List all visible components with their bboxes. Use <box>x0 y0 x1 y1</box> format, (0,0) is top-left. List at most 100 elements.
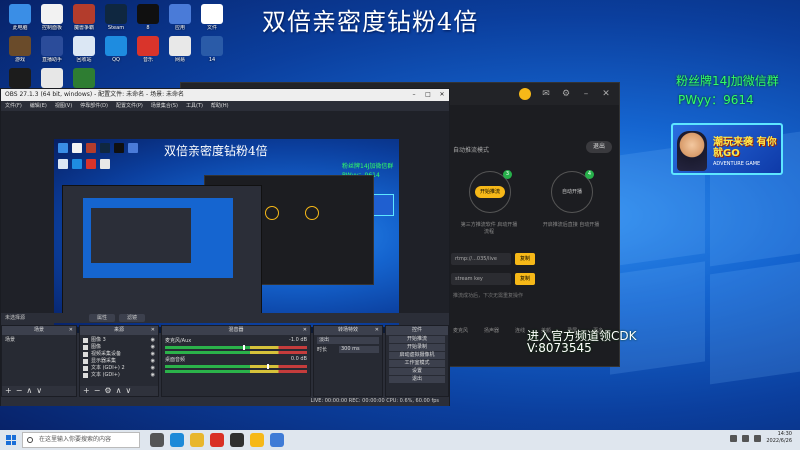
chrome-icon[interactable] <box>210 433 224 447</box>
menu-file[interactable]: 文件(F) <box>5 101 22 111</box>
desktop-icon[interactable]: 音乐 <box>132 36 164 63</box>
edge-icon[interactable] <box>170 433 184 447</box>
transitions-dock[interactable]: 转场特效 ✕ 淡出 时长 300 ms <box>313 325 383 397</box>
obs-icon[interactable] <box>230 433 244 447</box>
auto-live-step[interactable]: 自动开播 4 <box>551 170 594 213</box>
push-url-field[interactable]: rtmp://...035/live <box>451 253 511 265</box>
controls-dock[interactable]: 控件 开始推流 开始录制 启动虚拟摄像机 工作室模式 设置 退出 <box>385 325 449 397</box>
store-icon[interactable] <box>270 433 284 447</box>
mixer-dock[interactable]: 混音器 ✕ 麦克风/Aux -1.0 dB 桌面音频 0.0 dB <box>161 325 311 397</box>
volume-icon[interactable] <box>742 434 750 442</box>
transition-select-row[interactable]: 淡出 <box>317 337 379 344</box>
desktop-icon[interactable]: 文件 <box>196 4 228 31</box>
exit-button[interactable]: 退出 <box>389 376 445 383</box>
source-item[interactable]: 图像 ◉ <box>83 344 155 351</box>
sources-footer[interactable]: +−⚙∧∨ <box>80 386 158 396</box>
eye-icon[interactable]: ◉ <box>151 372 155 379</box>
desktop-icon[interactable]: 网易 <box>164 36 196 63</box>
obs-window[interactable]: OBS 27.1.3 (64 bit, windows) - 配置文件: 未命名… <box>0 88 450 406</box>
source-item[interactable]: 文本 (GDI+) ◉ <box>83 372 155 379</box>
obs-titlebar[interactable]: OBS 27.1.3 (64 bit, windows) - 配置文件: 未命名… <box>1 89 449 101</box>
close-icon[interactable]: ✕ <box>599 87 613 101</box>
close-icon[interactable]: ✕ <box>375 326 379 335</box>
menu-docks[interactable]: 停靠部件(D) <box>80 101 108 111</box>
stream-key-field[interactable]: stream key <box>451 273 511 285</box>
tool-link[interactable]: 连线 <box>515 327 525 334</box>
app-exit-button[interactable]: 退出 <box>586 141 612 153</box>
start-button[interactable] <box>0 430 22 450</box>
volume-slider-handle[interactable] <box>267 364 270 369</box>
desktop-icon[interactable]: QQ <box>100 36 132 63</box>
eye-icon[interactable]: ◉ <box>151 351 155 358</box>
explorer-icon[interactable] <box>190 433 204 447</box>
eye-icon[interactable]: ◉ <box>151 337 155 344</box>
desktop-icon[interactable]: 此电脑 <box>4 4 36 31</box>
desktop-icon[interactable]: 应用 <box>164 4 196 31</box>
desktop-icon[interactable]: 直播助手 <box>36 36 68 63</box>
desktop-icon[interactable]: 14 <box>196 36 228 63</box>
start-push-button[interactable]: 开始推流 <box>475 186 505 198</box>
close-icon[interactable]: ✕ <box>435 89 449 101</box>
sources-list[interactable]: 图像 3 ◉ 图像 ◉ 视频采集设备 ◉ 显示器采集 ◉ 文本 (GDI+) 2 ◉ 文本… <box>80 335 158 381</box>
settings-button[interactable]: 设置 <box>389 368 445 375</box>
copy-url-button[interactable]: 复制 <box>515 253 535 265</box>
mail-icon[interactable]: ✉ <box>539 87 553 101</box>
obs-preview-area[interactable]: 双倍亲密度钻粉4倍 粉丝牌14J加微信群 PWyy：9614 <box>1 111 449 333</box>
start-push-step[interactable]: 开始推流 3 <box>469 170 512 213</box>
close-icon[interactable]: ✕ <box>69 326 73 335</box>
source-item[interactable]: 视频采集设备 ◉ <box>83 351 155 358</box>
settings-icon[interactable]: ⚙ <box>559 87 573 101</box>
menu-tools[interactable]: 工具(T) <box>186 101 203 111</box>
copy-key-button[interactable]: 复制 <box>515 273 535 285</box>
taskbar-clock[interactable]: 14:30 2022/6/26 <box>766 431 792 445</box>
mixer-channel[interactable]: 麦克风/Aux -1.0 dB <box>165 337 307 354</box>
desktop-icon[interactable]: 8 <box>132 4 164 31</box>
close-icon[interactable]: ✕ <box>303 326 307 335</box>
scenes-dock[interactable]: 场景 ✕ 场景 +−∧∨ <box>1 325 77 397</box>
duration-row[interactable]: 时长 300 ms <box>317 346 379 353</box>
minimize-icon[interactable]: – <box>407 89 421 101</box>
ime-icon[interactable] <box>754 434 762 442</box>
network-icon[interactable] <box>730 434 738 442</box>
desktop-icon[interactable]: 游戏 <box>4 36 36 63</box>
obs-preview-canvas[interactable]: 双倍亲密度钻粉4倍 粉丝牌14J加微信群 PWyy：9614 <box>54 139 399 333</box>
mixer-channel[interactable]: 桌面音频 0.0 dB <box>165 356 307 373</box>
volume-slider-handle[interactable] <box>243 345 246 350</box>
taskbar-search-box[interactable]: 在这里输入你要搜索的内容 <box>22 432 140 448</box>
scenes-list[interactable]: 场景 <box>2 335 76 346</box>
properties-button[interactable]: 属性 <box>89 314 115 322</box>
app-icon[interactable] <box>250 433 264 447</box>
menu-edit[interactable]: 编辑(E) <box>30 101 47 111</box>
filters-button[interactable]: 滤镜 <box>119 314 145 322</box>
start-recording-button[interactable]: 开始录制 <box>389 344 445 351</box>
duration-input[interactable]: 300 ms <box>339 346 379 353</box>
desktop-icon[interactable]: 回收站 <box>68 36 100 63</box>
tool-speaker[interactable]: 扬声器 <box>484 327 499 334</box>
source-item[interactable]: 显示器采集 ◉ <box>83 358 155 365</box>
menu-view[interactable]: 视图(V) <box>55 101 72 111</box>
transition-select[interactable]: 淡出 <box>317 337 379 344</box>
user-avatar[interactable] <box>519 88 531 100</box>
eye-icon[interactable]: ◉ <box>151 358 155 365</box>
desktop-icon[interactable]: 魔兽争霸 <box>68 4 100 31</box>
scenes-footer[interactable]: +−∧∨ <box>2 386 76 396</box>
task-view-icon[interactable] <box>150 433 164 447</box>
tool-mic[interactable]: 麦克风 <box>453 327 468 334</box>
source-item[interactable]: 图像 3 ◉ <box>83 337 155 344</box>
menu-scene-collection[interactable]: 场景集合(S) <box>151 101 178 111</box>
close-icon[interactable]: ✕ <box>151 326 155 335</box>
source-item[interactable]: 文本 (GDI+) 2 ◉ <box>83 365 155 372</box>
start-streaming-button[interactable]: 开始推流 <box>389 336 445 343</box>
sources-dock[interactable]: 来源 ✕ 图像 3 ◉ 图像 ◉ 视频采集设备 ◉ 显示器采集 ◉ 文本 (GDI+) 2… <box>79 325 159 397</box>
minimize-icon[interactable]: – <box>579 87 593 101</box>
studio-mode-button[interactable]: 工作室模式 <box>389 360 445 367</box>
eye-icon[interactable]: ◉ <box>151 344 155 351</box>
eye-icon[interactable]: ◉ <box>151 365 155 372</box>
desktop-icon[interactable]: Steam <box>100 4 132 31</box>
menu-profile[interactable]: 配置文件(P) <box>116 101 143 111</box>
virtual-camera-button[interactable]: 启动虚拟摄像机 <box>389 352 445 359</box>
desktop-icon[interactable]: 控制面板 <box>36 4 68 31</box>
maximize-icon[interactable]: □ <box>421 89 435 101</box>
scene-item[interactable]: 场景 <box>5 337 73 344</box>
menu-help[interactable]: 帮助(H) <box>211 101 229 111</box>
